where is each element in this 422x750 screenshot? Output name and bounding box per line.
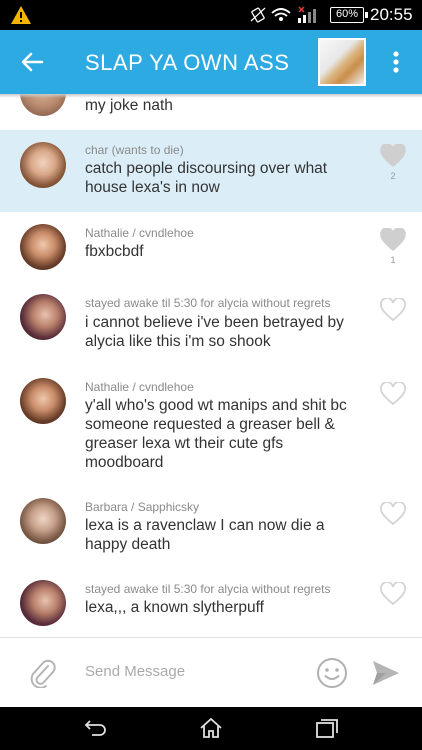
message-list[interactable]: my joke nath char (wants to die) catch p…	[0, 94, 422, 637]
message-text: y'all who's good wt manips and shit bc s…	[85, 397, 347, 471]
clock: 20:55	[370, 5, 413, 24]
message-text: lexa is a ravenclaw I can now die a happ…	[85, 517, 325, 553]
more-vertical-icon[interactable]	[386, 48, 406, 76]
warning-icon	[11, 6, 31, 24]
heart-icon[interactable]	[380, 228, 406, 252]
message-text: i cannot believe i've been betrayed by a…	[85, 314, 344, 350]
message-text: lexa,,, a known slytherpuff	[85, 599, 264, 616]
heart-icon[interactable]	[380, 502, 406, 526]
message-row[interactable]: my joke nath	[0, 94, 422, 130]
app-bar-shadow	[0, 94, 422, 98]
conversation-title[interactable]: SLAP YA OWN ASS	[85, 50, 289, 76]
message-text: my joke nath	[85, 97, 173, 114]
smiley-icon[interactable]	[316, 657, 348, 689]
sender-name: Nathalie / cvndlehoe	[85, 226, 194, 240]
avatar[interactable]	[20, 498, 66, 544]
nav-back-icon[interactable]	[82, 717, 108, 739]
signal-icon	[298, 6, 316, 23]
heart-icon[interactable]	[380, 582, 406, 606]
nav-recents-icon[interactable]	[314, 717, 340, 739]
battery-indicator: 60%	[330, 7, 368, 23]
group-avatar[interactable]	[318, 38, 366, 86]
message-row[interactable]: stayed awake til 5:30 for alycia without…	[0, 570, 422, 637]
paperclip-icon[interactable]	[28, 658, 56, 688]
vibrate-icon	[250, 7, 266, 23]
heart-icon[interactable]	[380, 298, 406, 322]
avatar[interactable]	[20, 224, 66, 270]
avatar[interactable]	[20, 580, 66, 626]
app-bar: SLAP YA OWN ASS	[0, 30, 422, 94]
avatar[interactable]	[20, 378, 66, 424]
like-count: 1	[390, 255, 396, 265]
heart-icon[interactable]	[380, 382, 406, 406]
navigation-bar	[0, 707, 422, 750]
message-row[interactable]: Barbara / Sapphicsky lexa is a ravenclaw…	[0, 488, 422, 570]
sender-name: stayed awake til 5:30 for alycia without…	[85, 296, 331, 310]
message-row[interactable]: stayed awake til 5:30 for alycia without…	[0, 284, 422, 366]
sender-name: Barbara / Sapphicsky	[85, 500, 200, 514]
message-text: fbxbcbdf	[85, 243, 144, 260]
heart-icon[interactable]	[380, 144, 406, 168]
send-icon[interactable]	[372, 660, 400, 686]
message-composer: Send Message	[0, 637, 422, 707]
message-row[interactable]: Nathalie / cvndlehoe fbxbcbdf 1	[0, 212, 422, 282]
status-icons	[250, 6, 316, 23]
wifi-icon	[271, 8, 291, 21]
avatar[interactable]	[20, 294, 66, 340]
sender-name: Nathalie / cvndlehoe	[85, 380, 194, 394]
avatar[interactable]	[20, 142, 66, 188]
nav-home-icon[interactable]	[198, 717, 224, 739]
message-text: catch people discoursing over what house…	[85, 160, 328, 196]
arrow-left-icon[interactable]	[18, 48, 46, 76]
like-count: 2	[390, 171, 396, 181]
sender-name: stayed awake til 5:30 for alycia without…	[85, 582, 331, 596]
message-row[interactable]: char (wants to die) catch people discour…	[0, 130, 422, 212]
sender-name: char (wants to die)	[85, 143, 184, 157]
message-input[interactable]: Send Message	[85, 663, 185, 680]
message-row[interactable]: Nathalie / cvndlehoe y'all who's good wt…	[0, 366, 422, 488]
status-bar: 60% 20:55	[0, 0, 422, 30]
